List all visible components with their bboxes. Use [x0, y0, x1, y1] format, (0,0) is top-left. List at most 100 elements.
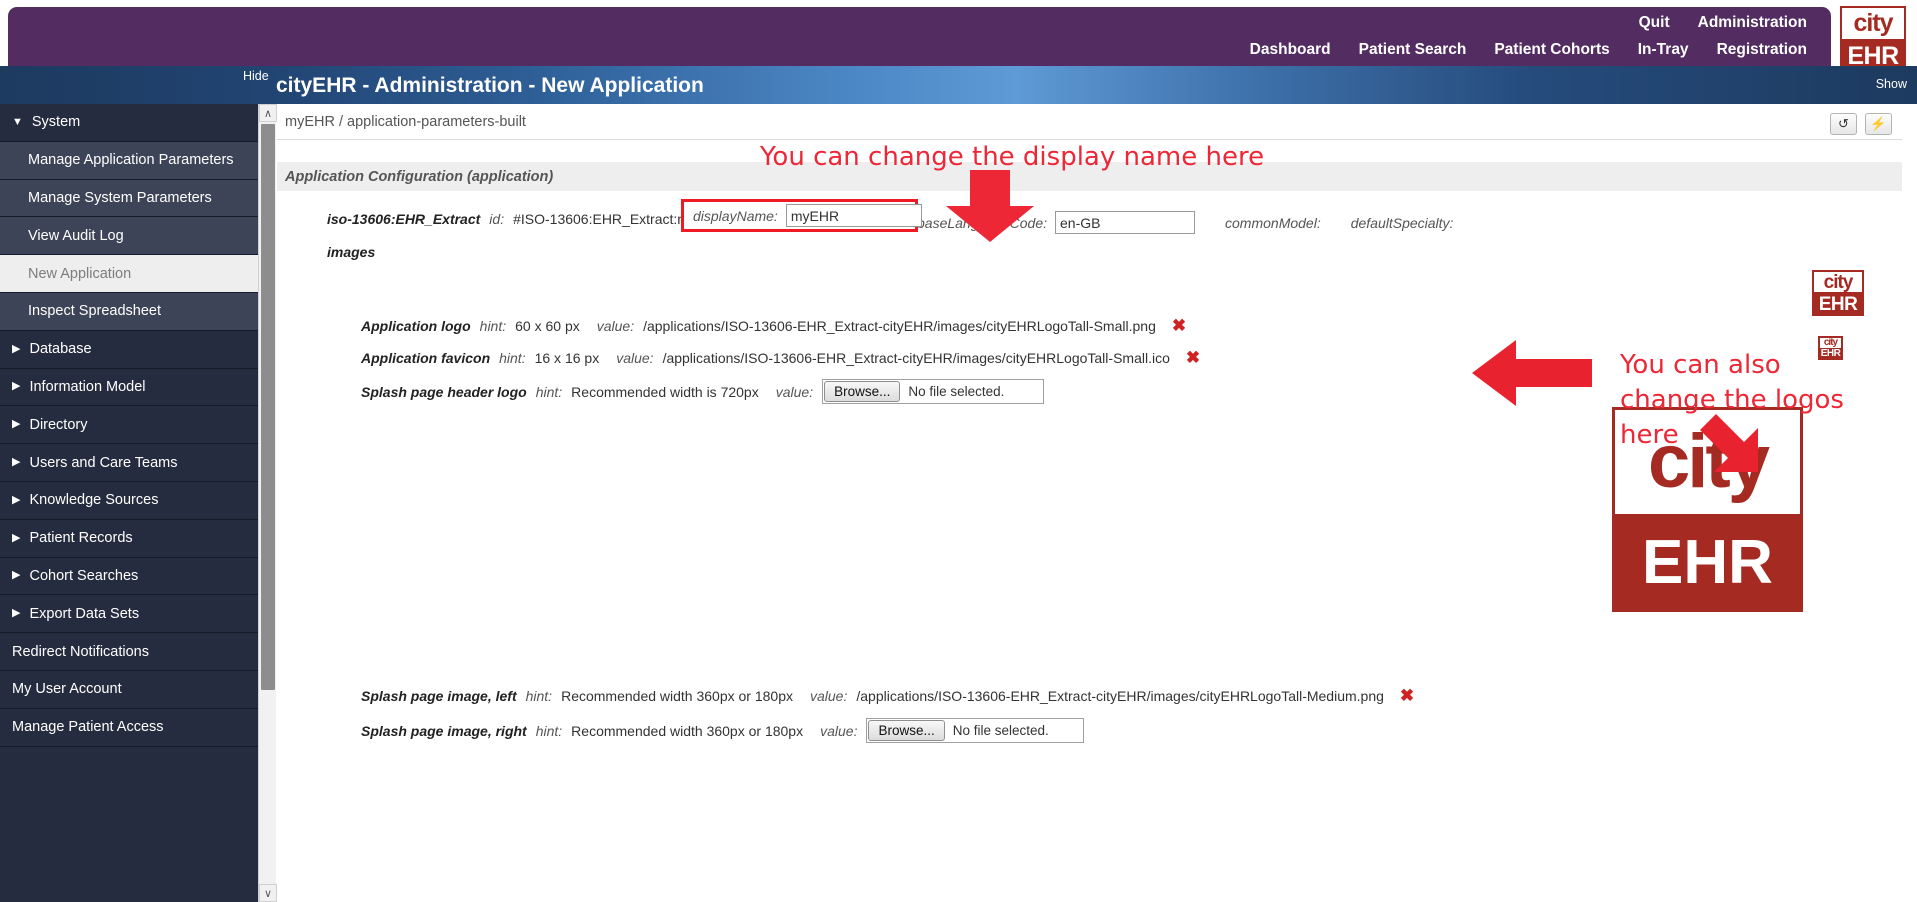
- sidebar-item-label: Patient Records: [29, 530, 133, 547]
- nav-dashboard[interactable]: Dashboard: [1250, 41, 1331, 59]
- refresh-icon[interactable]: ↺: [1830, 113, 1857, 135]
- brand-logo-city-text: city: [1842, 8, 1904, 41]
- sidebar-item-label: Cohort Searches: [29, 567, 139, 584]
- row-application-favicon: Application favicon hint: 16 x 16 px val…: [361, 348, 1200, 368]
- sidebar-item-patient-records[interactable]: ▶ Patient Records: [0, 519, 258, 558]
- chevron-right-icon: ▶: [12, 607, 21, 620]
- row-splash-page-image-right: Splash page image, right hint: Recommend…: [361, 718, 1085, 743]
- sidebar-item-database[interactable]: ▶ Database: [0, 330, 258, 369]
- sidebar-item-knowledge-sources[interactable]: ▶ Knowledge Sources: [0, 481, 258, 520]
- nav-registration[interactable]: Registration: [1717, 41, 1807, 59]
- sidebar-item-label: Information Model: [29, 378, 146, 395]
- nav-in-tray[interactable]: In-Tray: [1638, 41, 1689, 59]
- chevron-down-icon: ▼: [12, 115, 23, 128]
- scrollbar-thumb[interactable]: [261, 124, 275, 690]
- sidebar-item-label: Inspect Spreadsheet: [28, 303, 162, 320]
- sidebar-item-manage-patient-access[interactable]: Manage Patient Access: [0, 708, 258, 747]
- id-label: id:: [489, 211, 505, 227]
- base-language-row: baseLanguageCode: commonModel: defaultSp…: [917, 211, 1453, 234]
- value-label: value:: [596, 318, 635, 334]
- sidebar-item-label: My User Account: [12, 681, 122, 698]
- sidebar-item-label: Export Data Sets: [29, 605, 140, 622]
- displayname-input[interactable]: [785, 204, 922, 227]
- chevron-right-icon: ▶: [12, 380, 21, 393]
- sidebar-item-cohort-searches[interactable]: ▶ Cohort Searches: [0, 557, 258, 596]
- scroll-down-arrow-icon[interactable]: ∨: [259, 884, 277, 902]
- config-section-header: Application Configuration (application): [277, 162, 1902, 191]
- hint-label: hint:: [499, 350, 526, 366]
- sidebar-item-inspect-spreadsheet[interactable]: Inspect Spreadsheet: [0, 292, 258, 331]
- application-favicon-preview: city EHR: [1818, 336, 1843, 360]
- sidebar-item-redirect-notifications[interactable]: Redirect Notifications: [0, 633, 258, 671]
- displayname-label: displayName:: [693, 207, 778, 224]
- splash-image-left-label: Splash page image, left: [361, 688, 517, 704]
- application-logo-value: /applications/ISO-13606-EHR_Extract-city…: [643, 318, 1156, 334]
- sidebar-item-manage-system-parameters[interactable]: Manage System Parameters: [0, 179, 258, 218]
- sidebar-item-my-user-account[interactable]: My User Account: [0, 670, 258, 709]
- scroll-up-arrow-icon[interactable]: ∧: [259, 104, 277, 122]
- sidebar-item-manage-application-parameters[interactable]: Manage Application Parameters: [0, 141, 258, 180]
- baselanguagecode-label: baseLanguageCode:: [917, 214, 1048, 231]
- splash-header-logo-label: Splash page header logo: [361, 383, 527, 400]
- sidebar-item-system[interactable]: ▼ System: [0, 104, 258, 142]
- class-label: iso-13606:EHR_Extract: [327, 211, 481, 227]
- sidebar-navigation: ▼ System Manage Application Parameters Mana…: [0, 104, 258, 902]
- sidebar-item-directory[interactable]: ▶ Directory: [0, 406, 258, 445]
- splash-image-right-hint: Recommended width 360px or 180px: [571, 722, 804, 739]
- nav-administration[interactable]: Administration: [1698, 14, 1807, 32]
- nav-patient-search[interactable]: Patient Search: [1359, 41, 1467, 59]
- splash-image-left-value: /applications/ISO-13606-EHR_Extract-city…: [856, 688, 1384, 704]
- nav-row-bottom: Dashboard Patient Search Patient Cohorts…: [1250, 41, 1807, 59]
- chevron-right-icon: ▶: [12, 418, 21, 431]
- splash-image-left-preview: city EHR: [1612, 407, 1803, 612]
- delete-application-favicon-icon[interactable]: ✖: [1186, 348, 1200, 368]
- application-title-bar: Hide cityEHR - Administration - New Appl…: [0, 66, 1917, 104]
- delete-splash-image-left-icon[interactable]: ✖: [1400, 686, 1414, 706]
- value-label: value:: [775, 383, 814, 400]
- application-identity-row: iso-13606:EHR_Extract id: #ISO-13606:EHR…: [327, 211, 726, 227]
- value-label: value:: [616, 350, 654, 366]
- row-splash-page-image-left: Splash page image, left hint: Recommende…: [361, 686, 1414, 706]
- hide-sidebar-button[interactable]: Hide: [243, 69, 269, 83]
- baselanguagecode-input[interactable]: [1055, 211, 1196, 234]
- sidebar-scrollbar[interactable]: ∧ ∨: [258, 104, 277, 902]
- hint-label: hint:: [479, 318, 507, 334]
- displayname-highlight-box: displayName:: [681, 199, 922, 232]
- lightning-icon[interactable]: ⚡: [1865, 113, 1892, 135]
- sidebar-item-export-data-sets[interactable]: ▶ Export Data Sets: [0, 595, 258, 634]
- commonmodel-label: commonModel:: [1225, 214, 1321, 231]
- sidebar-item-label: Manage Application Parameters: [28, 152, 234, 169]
- sidebar-item-view-audit-log[interactable]: View Audit Log: [0, 217, 258, 256]
- nav-patient-cohorts[interactable]: Patient Cohorts: [1494, 41, 1609, 59]
- show-panel-button[interactable]: Show: [1876, 77, 1907, 91]
- hint-label: hint:: [525, 688, 553, 704]
- sidebar-item-label: Redirect Notifications: [12, 643, 149, 660]
- page-title: cityEHR - Administration - New Applicati…: [276, 74, 704, 97]
- chevron-right-icon: ▶: [12, 493, 21, 506]
- sidebar-item-new-application[interactable]: New Application: [0, 255, 258, 293]
- sidebar-item-label: Users and Care Teams: [29, 454, 178, 471]
- nav-row-top: Quit Administration: [1639, 14, 1807, 32]
- value-label: value:: [810, 688, 848, 704]
- sidebar-item-users-and-care-teams[interactable]: ▶ Users and Care Teams: [0, 444, 258, 482]
- cityehr-brand-logo: city EHR: [1840, 6, 1906, 74]
- top-navigation-bar: Quit Administration Dashboard Patient Se…: [8, 7, 1831, 75]
- row-splash-page-header-logo: Splash page header logo hint: Recommende…: [361, 379, 1045, 404]
- chevron-right-icon: ▶: [12, 569, 21, 582]
- hint-label: hint:: [535, 383, 563, 400]
- splash-header-logo-file-input[interactable]: Browse... No file selected.: [822, 379, 1045, 404]
- splash-image-right-file-input[interactable]: Browse... No file selected.: [866, 718, 1085, 743]
- splash-image-left-hint: Recommended width 360px or 180px: [561, 688, 793, 704]
- nav-quit[interactable]: Quit: [1639, 14, 1670, 32]
- selected-file-name: No file selected.: [908, 384, 1005, 399]
- sidebar-item-information-model[interactable]: ▶ Information Model: [0, 368, 258, 407]
- delete-application-logo-icon[interactable]: ✖: [1172, 316, 1186, 336]
- sidebar-item-label: Directory: [29, 416, 88, 433]
- chevron-right-icon: ▶: [12, 531, 21, 544]
- browse-button[interactable]: Browse...: [824, 381, 901, 402]
- application-logo-preview: city EHR: [1812, 270, 1864, 316]
- application-logo-label: Application logo: [361, 318, 471, 334]
- value-label: value:: [820, 722, 858, 739]
- sidebar-item-label: Manage System Parameters: [28, 189, 212, 206]
- browse-button[interactable]: Browse...: [868, 720, 945, 741]
